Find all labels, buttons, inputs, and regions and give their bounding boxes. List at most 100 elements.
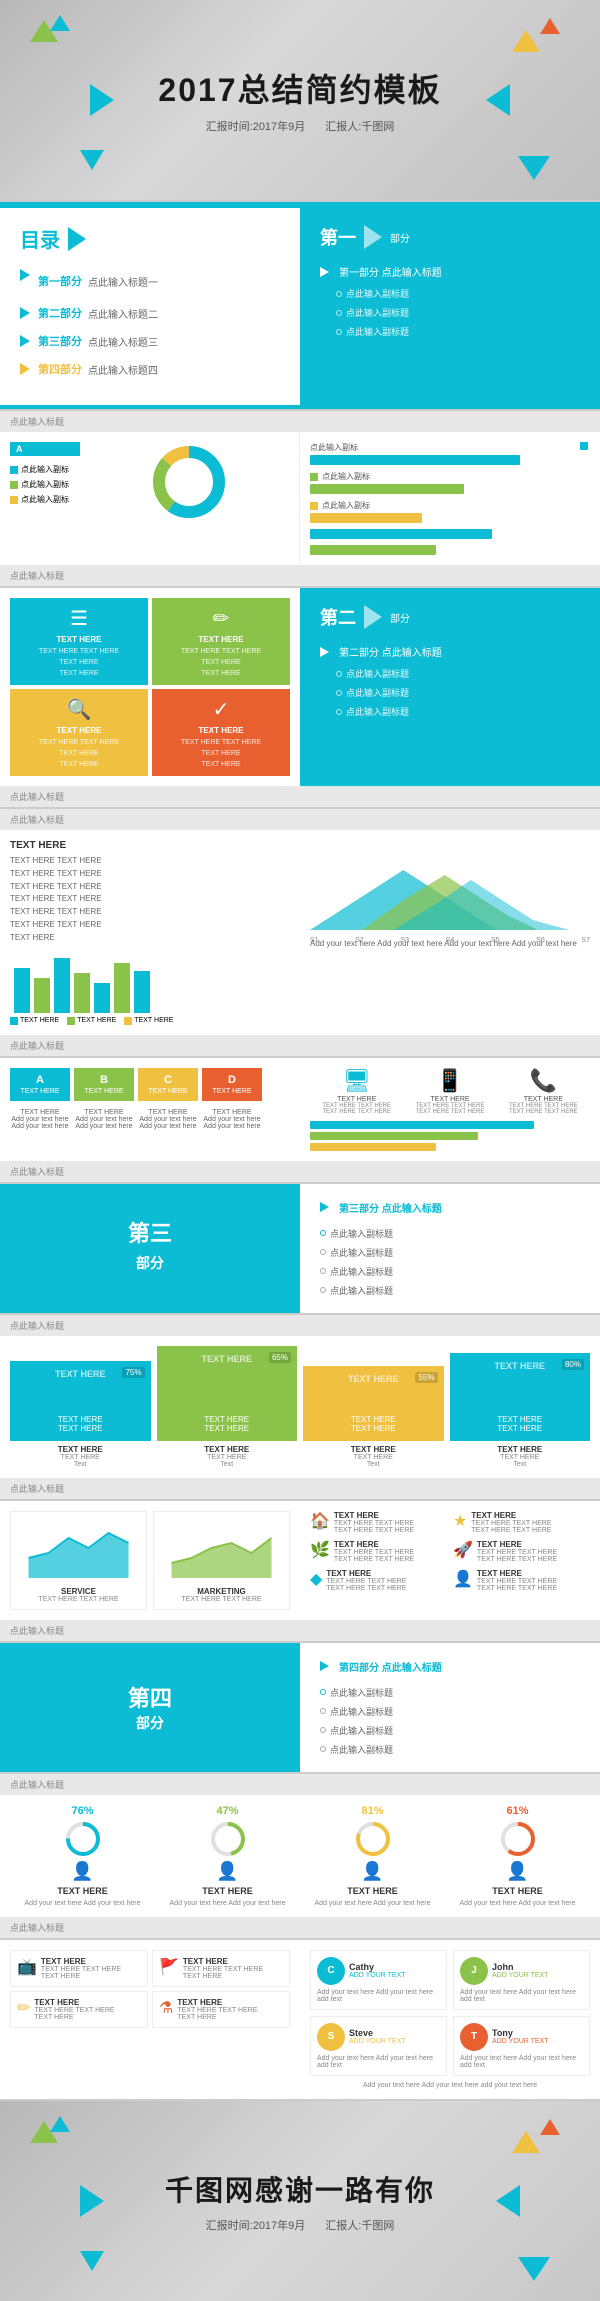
slide4-footer: 点此输入标题	[0, 786, 600, 807]
hbar-1: 点此输入副标	[310, 442, 590, 465]
chart-text-left: TEXT HERE TEXT HERETEXT HERE TEXT HERETE…	[10, 855, 290, 945]
check-icon: ✓	[213, 697, 230, 722]
toc-arrow-4	[20, 363, 30, 375]
phone-icon: 📞	[530, 1068, 557, 1093]
deco-tri-teal-down-1	[80, 150, 104, 170]
person-silhouette-4: 👤	[506, 1861, 528, 1882]
flag-icon: 🚩	[159, 1957, 179, 1977]
person-silhouette-1: 👤	[71, 1861, 93, 1882]
feature-boxes: 📺 TEXT HERE TEXT HERE TEXT HERE TEXT HER…	[10, 1950, 290, 2028]
toc-arrow-3	[20, 335, 30, 347]
home-icon: 🏠	[310, 1511, 330, 1531]
slide-10: 第四 部分 第四部分 点此输入标题 点此输入副标题 点此输入副标题 点此输入副标…	[0, 1643, 600, 1774]
slide6-footer: 点此输入标题	[0, 1161, 600, 1182]
progress-ring-3	[355, 1821, 391, 1857]
chart-legend: TEXT HERE TEXT HERE TEXT HERE	[10, 1017, 290, 1025]
progress-ring-2	[210, 1821, 246, 1857]
avatar-cathy: C	[317, 1957, 345, 1985]
diamond-icon: ◆	[310, 1569, 322, 1589]
name-john: John	[492, 1962, 549, 1972]
hbar-4	[310, 529, 590, 539]
icon-box-2: ✏ TEXT HERE TEXT HERE TEXT HERE TEXT HER…	[152, 598, 290, 685]
feature-list: 🏠 TEXT HERE TEXT HERE TEXT HERETEXT HERE…	[310, 1511, 590, 1592]
section1-arrow	[364, 225, 382, 249]
search-icon: 🔍	[67, 697, 92, 722]
slide5-header-l: 点此输入标题	[0, 809, 600, 830]
slide-footer: 千图网感谢一路有你 汇报时间:2017年9月 汇报人:千图网	[0, 2101, 600, 2301]
toc-item-4: 第四部分 点此输入标题四	[20, 361, 280, 377]
footer-tri-teal-down-2	[518, 2257, 550, 2281]
mountain-chart: S1S2S3S4S5S6S7	[310, 840, 590, 930]
name-steve: Steve	[349, 2028, 406, 2038]
toc-item-3: 第三部分 点此输入标题三	[20, 333, 280, 349]
toc-item-1: 第一部分 点此输入标题一	[20, 269, 280, 293]
leaf-icon: 🌿	[310, 1540, 330, 1560]
tablet-icon: 📱	[436, 1068, 463, 1093]
slide-9: SERVICE TEXT HERE TEXT HERE MARKETING TE…	[0, 1501, 600, 1643]
slide8-footer: 点此输入标题	[0, 1478, 600, 1499]
section2-label: 第二	[320, 604, 356, 630]
pencil-icon: ✏	[213, 606, 230, 631]
monitor-icon: 🖥	[343, 1068, 371, 1093]
slide-12: 📺 TEXT HERE TEXT HERE TEXT HERE TEXT HER…	[0, 1940, 600, 2101]
area-charts: SERVICE TEXT HERE TEXT HERE MARKETING TE…	[10, 1511, 290, 1610]
footer-arrow-right	[496, 2185, 520, 2217]
avatar-steve: S	[317, 2023, 345, 2051]
slide9-footer: 点此输入标题	[0, 1620, 600, 1641]
toc-title: 目录	[20, 224, 280, 253]
footer-title: 千图网感谢一路有你	[165, 2169, 435, 2209]
deco-tri-teal-1	[50, 15, 70, 31]
title-arrow-left	[90, 84, 114, 116]
footer-tri-yellow	[512, 2131, 540, 2153]
slide-title: 2017总结简约模板 汇报时间:2017年9月 汇报人:千图网	[0, 0, 600, 202]
slide-6: A TEXT HERE B TEXT HERE C TEXT HERE D TE…	[0, 1058, 600, 1184]
name-tony: Tony	[492, 2028, 549, 2038]
icon-box-4: ✓ TEXT HERE TEXT HERE TEXT HERE TEXT HER…	[152, 689, 290, 776]
slide3-footer: 点此输入标题	[0, 565, 600, 586]
person-icon: 👤	[453, 1569, 473, 1589]
person-silhouette-3: 👤	[361, 1861, 383, 1882]
title-arrow-right	[486, 84, 510, 116]
footer-arrow-left	[80, 2185, 104, 2217]
slide11-header: 点此输入标题	[0, 1774, 600, 1795]
title-date: 汇报时间:2017年9月	[206, 119, 306, 136]
profile-cards: C Cathy ADD YOUR TEXT Add your text here…	[310, 1950, 590, 2076]
abcd-text: TEXT HEREAdd your text here Add your tex…	[10, 1109, 290, 1130]
footer-tri-teal	[50, 2116, 70, 2132]
hbar-2: 点此输入副标	[310, 471, 590, 494]
device-bars	[310, 1121, 590, 1151]
deco-tri-yellow-1	[512, 30, 540, 52]
slide-7: 第三 部分 第三部分 点此输入标题 点此输入副标题 点此输入副标题 点此输入副标…	[0, 1184, 600, 1315]
tall-boxes: TEXT HERE TEXT HERETEXT HERE 75% TEXT HE…	[10, 1346, 590, 1468]
slide-5: 点此输入标题 TEXT HERE TEXT HERE TEXT HERE TEXT…	[0, 809, 600, 1058]
flask-icon: ⚗	[159, 1998, 173, 2018]
slide-4: ☰ TEXT HERE TEXT HERE TEXT HERE TEXT HER…	[0, 588, 600, 809]
name-cathy: Cathy	[349, 1962, 406, 1972]
avatar-tony: T	[460, 2023, 488, 2051]
bar-chart	[10, 953, 290, 1013]
progress-ring-4	[500, 1821, 536, 1857]
list-icon: ☰	[70, 606, 88, 631]
toc-title-text: 目录	[20, 224, 60, 253]
title-author: 汇报人:千图网	[325, 119, 394, 136]
person-silhouette-2: 👤	[216, 1861, 238, 1882]
avatar-john: J	[460, 1957, 488, 1985]
footer-date: 汇报时间:2017年9月	[206, 2217, 306, 2233]
footer-tri-teal-down	[80, 2251, 104, 2271]
donut-chart	[149, 442, 229, 522]
icon-box-3: 🔍 TEXT HERE TEXT HERE TEXT HERE TEXT HER…	[10, 689, 148, 776]
slide11-footer: 点此输入标题	[0, 1917, 600, 1938]
toc-item-2: 第二部分 点此输入标题二	[20, 305, 280, 321]
abcd-boxes: A TEXT HERE B TEXT HERE C TEXT HERE D TE…	[10, 1068, 290, 1101]
hbar-3: 点此输入副标	[310, 500, 590, 523]
deco-tri-orange-1	[540, 18, 560, 34]
slide8-header: 点此输入标题	[0, 1315, 600, 1336]
footer-tri-orange	[540, 2119, 560, 2135]
slide-3: 点此输入标题 A 点此输入副标 点此输入副标 点此输入副标	[0, 411, 600, 588]
section2-arrow	[364, 605, 382, 629]
people-progress: 76% 👤 TEXT HERE Add your text here Add y…	[10, 1805, 590, 1907]
toc-arrow	[68, 227, 86, 251]
slide5-footer: 点此输入标题	[0, 1035, 600, 1056]
main-title: 2017总结简约模板	[158, 65, 441, 111]
toc-arrow-2	[20, 307, 30, 319]
